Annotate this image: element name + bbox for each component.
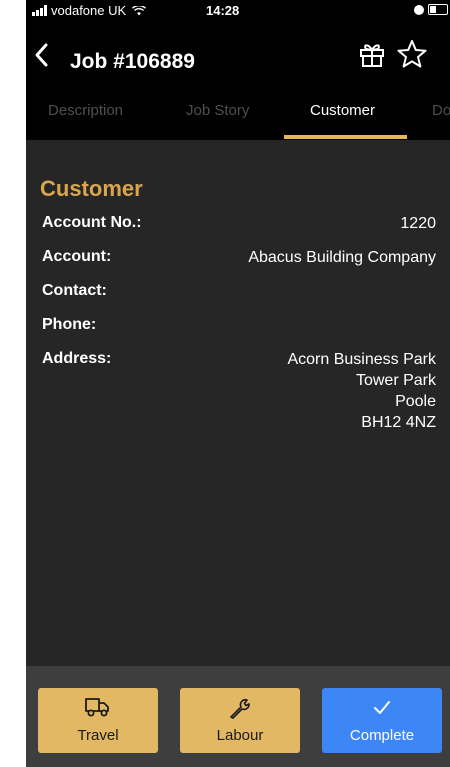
back-icon[interactable]	[32, 42, 52, 68]
nav-bar: Job #106889	[26, 22, 450, 84]
address-label: Address:	[42, 350, 112, 367]
complete-button[interactable]: Complete	[322, 688, 442, 753]
status-bar: vodafone UK 14:28	[26, 0, 450, 22]
status-left: vodafone UK	[32, 3, 147, 18]
travel-button[interactable]: Travel	[38, 688, 158, 753]
truck-icon	[85, 698, 109, 717]
checkmark-icon	[374, 701, 390, 714]
account-no-value: 1220	[400, 215, 436, 232]
labour-button[interactable]: Labour	[180, 688, 300, 753]
tab-bar: Description Job Story Customer Do	[26, 84, 450, 140]
battery-icon	[428, 4, 448, 15]
wrench-icon	[230, 698, 250, 719]
phone-label: Phone:	[42, 316, 97, 333]
star-icon[interactable]	[396, 38, 428, 70]
account-value: Abacus Building Company	[248, 249, 436, 266]
active-tab-indicator	[284, 135, 407, 139]
phone-screen: vodafone UK 14:28 Job #106889 Descriptio…	[26, 0, 450, 767]
labour-label: Labour	[216, 727, 264, 744]
account-label: Account:	[42, 248, 112, 265]
address-line: BH12 4NZ	[361, 414, 436, 431]
gift-icon[interactable]	[358, 40, 386, 68]
complete-label: Complete	[349, 727, 415, 744]
section-title: Customer	[40, 176, 143, 201]
address-line: Poole	[395, 393, 436, 410]
contact-label: Contact:	[42, 282, 107, 299]
tab-description[interactable]: Description	[48, 102, 123, 119]
tab-job-story[interactable]: Job Story	[186, 102, 249, 119]
tab-documents[interactable]: Do	[432, 102, 450, 119]
status-right	[414, 4, 448, 15]
address-line: Tower Park	[355, 372, 436, 389]
bottom-action-bar: Travel Labour Complete	[26, 666, 450, 767]
account-no-label: Account No.:	[42, 214, 142, 231]
address-line: Acorn Business Park	[287, 351, 436, 368]
address-value: Acorn Business Park Tower Park Poole BH1…	[287, 349, 436, 433]
tab-customer[interactable]: Customer	[310, 102, 375, 119]
alarm-icon	[414, 4, 424, 15]
wifi-icon	[132, 5, 147, 15]
carrier-name: vodafone UK	[51, 3, 127, 18]
page-title: Job #106889	[70, 50, 195, 73]
status-time: 14:28	[206, 3, 240, 18]
travel-label: Travel	[77, 727, 119, 744]
signal-icon	[32, 5, 47, 16]
